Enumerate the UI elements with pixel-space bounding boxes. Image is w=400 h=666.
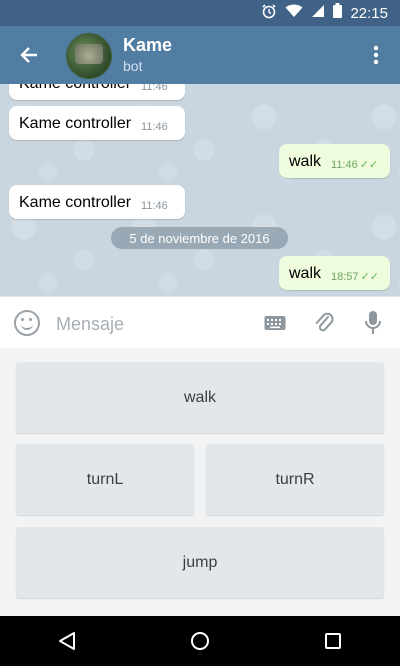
read-check-icon: ✓✓ <box>359 159 379 171</box>
message-list[interactable]: Kame controller 11:46 Kame controller 11… <box>0 84 400 296</box>
alarm-icon <box>261 3 277 24</box>
message-composer <box>0 296 400 348</box>
message-bubble[interactable]: Kame controller 11:46 <box>9 185 185 219</box>
signal-icon <box>311 4 325 23</box>
wifi-icon <box>285 4 303 23</box>
message-bubble[interactable]: Kame controller 11:46 <box>9 84 185 100</box>
keyboard-icon <box>264 316 286 330</box>
message-time: 11:46 <box>141 200 168 212</box>
back-button[interactable] <box>14 40 44 70</box>
system-nav-bar <box>0 616 400 666</box>
home-circle-icon <box>190 632 209 650</box>
date-separator: 5 de noviembre de 2016 <box>111 227 288 249</box>
message-text: Kame controller <box>19 115 132 132</box>
avatar[interactable] <box>66 33 112 79</box>
bot-reply-keyboard: walk turnL turnR jump <box>0 348 400 616</box>
keyboard-button-walk[interactable]: walk <box>16 362 384 433</box>
status-icons <box>261 3 343 24</box>
nav-back-button[interactable] <box>47 621 87 661</box>
nav-recents-button[interactable] <box>313 621 353 661</box>
more-vert-icon <box>373 45 379 65</box>
message-text: Kame controller <box>19 194 132 211</box>
chat-subtitle: bot <box>123 58 143 74</box>
emoji-icon[interactable] <box>14 310 40 336</box>
paperclip-icon <box>315 312 334 332</box>
message-input[interactable] <box>54 310 248 338</box>
message-text: Kame controller <box>19 84 131 93</box>
microphone-icon <box>365 311 381 334</box>
attach-button[interactable] <box>310 309 338 337</box>
chat-header: Kame bot <box>0 26 400 84</box>
message-bubble[interactable]: Kame controller 11:46 <box>9 106 185 140</box>
message-text: walk <box>289 153 322 170</box>
read-check-icon: ✓✓ <box>360 271 379 283</box>
message-text: walk <box>289 265 322 282</box>
chat-title[interactable]: Kame <box>123 35 172 56</box>
nav-home-button[interactable] <box>180 621 220 661</box>
status-time: 22:15 <box>350 4 388 22</box>
keyboard-button-jump[interactable]: jump <box>16 527 384 598</box>
back-arrow-icon <box>20 47 37 63</box>
message-time: 11:46 ✓✓ <box>331 159 379 171</box>
message-time: 18:57 ✓✓ <box>331 271 379 283</box>
battery-icon <box>333 3 343 23</box>
message-bubble[interactable]: walk 18:57 ✓✓ <box>279 256 390 290</box>
message-time: 11:46 <box>141 121 168 133</box>
more-menu-button[interactable] <box>364 40 388 70</box>
voice-record-button[interactable] <box>359 309 387 337</box>
keyboard-button-turnl[interactable]: turnL <box>16 444 194 515</box>
back-triangle-icon <box>58 632 75 650</box>
message-time: 11:46 <box>141 84 168 93</box>
bot-keyboard-button[interactable] <box>261 309 289 337</box>
keyboard-button-turnr[interactable]: turnR <box>206 444 384 515</box>
recents-square-icon <box>325 633 342 649</box>
message-bubble[interactable]: walk 11:46 ✓✓ <box>279 144 390 178</box>
status-bar: 22:15 <box>0 0 400 26</box>
